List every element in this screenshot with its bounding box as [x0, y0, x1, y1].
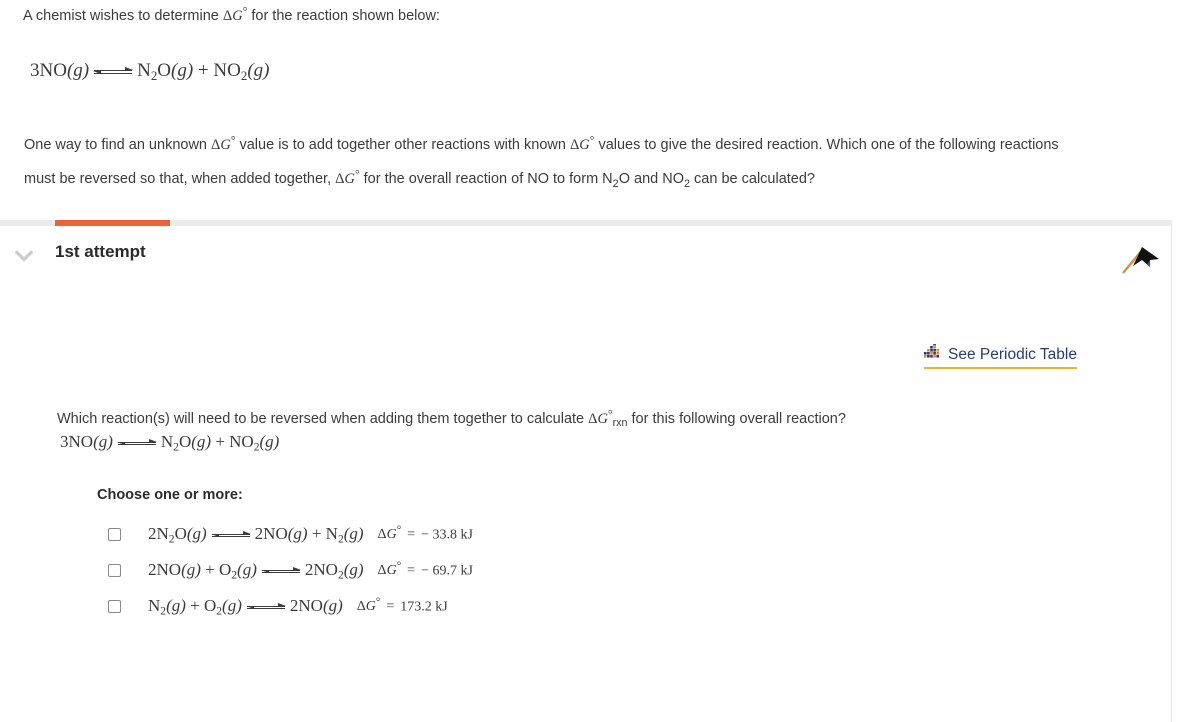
- option-delta-g-value-2: − 69.7 kJ: [421, 563, 473, 579]
- prompt-intro-after: for the reaction shown below:: [247, 7, 440, 24]
- equals-sign: =: [407, 527, 416, 543]
- option-checkbox-2[interactable]: [108, 563, 121, 577]
- option-delta-g-value-1: − 33.8 kJ: [421, 527, 473, 543]
- option-delta-g-2: ΔG° = − 69.7 kJ: [377, 560, 473, 579]
- delta-g-symbol: ΔG°: [211, 134, 236, 153]
- question-text-after: for this following overall reaction?: [627, 410, 846, 427]
- rxn-subscript: rxn: [612, 416, 628, 429]
- prompt-equation: 3NO(g) N2O(g) + NO2(g): [30, 60, 270, 84]
- periodic-table-icon: [924, 344, 942, 365]
- flag-icon[interactable]: [1119, 239, 1165, 279]
- option-equation-2: 2NO(g) + O2(g) 2NO2(g): [148, 560, 364, 582]
- see-periodic-table-link[interactable]: See Periodic Table: [924, 344, 1077, 369]
- question-text-before: Which reaction(s) will need to be revers…: [57, 410, 589, 427]
- option-row[interactable]: N2(g) + O2(g) 2NO(g) ΔG° = 173.2 kJ: [108, 588, 473, 624]
- equilibrium-arrow-icon: [116, 435, 157, 452]
- prompt-intro-before: A chemist wishes to determine: [23, 7, 223, 24]
- attempt-title: 1st attempt: [55, 242, 146, 261]
- option-equation-1: 2N2O(g) 2NO(g) + N2(g): [148, 524, 364, 546]
- option-equation-3: N2(g) + O2(g) 2NO(g): [148, 596, 343, 618]
- delta-g-symbol: ΔG°: [569, 134, 595, 153]
- equilibrium-arrow-icon: [210, 527, 251, 544]
- prompt-paragraph: One way to find an unknown ΔG° value is …: [24, 134, 1059, 190]
- question-text: Which reaction(s) will need to be revers…: [57, 408, 846, 429]
- see-periodic-table-label: See Periodic Table: [948, 345, 1077, 363]
- equilibrium-arrow-icon: [93, 62, 134, 81]
- question-body: See Periodic Table Which reaction(s) wil…: [0, 288, 1172, 722]
- attempt-header: 1st attempt: [0, 226, 1172, 288]
- equals-sign: =: [407, 563, 416, 579]
- delta-g-symbol: ΔG°: [335, 167, 360, 187]
- option-checkbox-1[interactable]: [108, 527, 121, 541]
- options-list: 2N2O(g) 2NO(g) + N2(g) ΔG° = − 33.8 kJ 2NO(…: [108, 516, 473, 624]
- option-delta-g-3: ΔG° = 173.2 kJ: [356, 596, 448, 615]
- option-row[interactable]: 2NO(g) + O2(g) 2NO2(g) ΔG° = − 69.7 kJ: [108, 552, 473, 588]
- delta-g-rxn-symbol: ΔG°rxn: [588, 408, 628, 429]
- option-delta-g-value-3: 173.2 kJ: [400, 599, 448, 615]
- question-equation: 3NO(g) N2O(g) + NO2(g): [60, 432, 280, 454]
- equilibrium-arrow-icon: [245, 599, 286, 616]
- option-row[interactable]: 2N2O(g) 2NO(g) + N2(g) ΔG° = − 33.8 kJ: [108, 516, 473, 552]
- prompt-intro-text: A chemist wishes to determine ΔG° for th…: [23, 5, 440, 25]
- chevron-down-icon[interactable]: [12, 244, 36, 268]
- equals-sign: =: [386, 599, 395, 615]
- option-delta-g-1: ΔG° = − 33.8 kJ: [377, 524, 473, 543]
- delta-g-symbol: ΔG°: [222, 5, 248, 24]
- equilibrium-arrow-icon: [260, 563, 301, 580]
- option-checkbox-3[interactable]: [108, 599, 121, 613]
- choose-instruction-label: Choose one or more:: [97, 487, 243, 503]
